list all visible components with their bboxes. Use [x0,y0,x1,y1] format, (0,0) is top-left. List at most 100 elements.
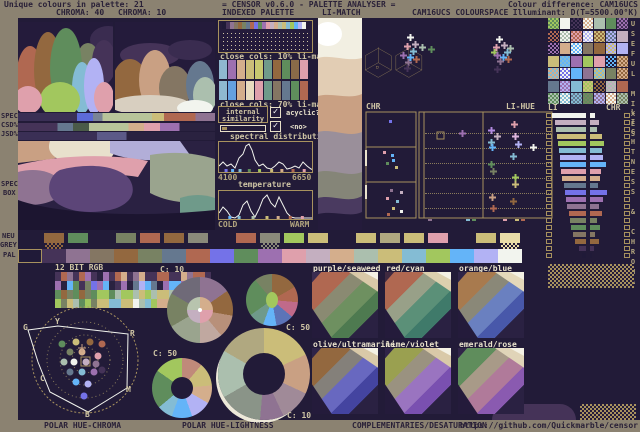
rgb12-tile[interactable] [115,272,127,290]
close-col-swatch[interactable] [246,81,254,100]
close-col-swatch[interactable] [282,81,290,100]
close-col-swatch[interactable] [300,81,308,100]
close-col-swatch[interactable] [291,81,299,100]
mix-tile[interactable] [571,30,582,42]
mix-tile[interactable] [594,68,605,80]
rgb12-tile[interactable] [55,272,67,290]
similarity-checkbox[interactable]: ✓ [270,107,281,118]
palette-swatch[interactable] [210,249,234,263]
mix-tile[interactable] [594,43,605,55]
indexed-swatch[interactable] [302,22,306,29]
acyclic-checkbox[interactable]: ✓ [270,121,281,132]
mix-tile[interactable] [594,80,605,92]
mix-tile[interactable] [559,18,571,29]
mix-tile[interactable] [571,43,582,55]
mix-tile[interactable] [594,93,605,105]
mix-tile[interactable] [617,43,628,55]
mix-tile[interactable] [548,18,559,29]
close-col-swatch[interactable] [246,60,254,79]
mix-tile[interactable] [605,18,617,29]
palette-swatch[interactable] [330,249,354,263]
mix-tile[interactable] [594,30,605,42]
close-col-swatch[interactable] [255,60,263,79]
mix-tile[interactable] [605,43,617,55]
mix-tile[interactable] [617,55,628,67]
rgb12-tile[interactable] [103,272,115,290]
close-col-swatch[interactable] [273,81,281,100]
close-col-swatch[interactable] [291,60,299,79]
palette-swatch[interactable] [18,249,42,263]
mix-tile[interactable] [548,80,559,92]
palette-swatch[interactable] [306,249,330,263]
mix-tile[interactable] [548,43,559,55]
palette-swatch[interactable] [90,249,114,263]
mix-tile[interactable] [582,55,594,67]
mix-tile[interactable] [548,68,559,80]
close-col-swatch[interactable] [219,81,227,100]
rgb12-tile[interactable] [79,272,91,290]
palette-swatch[interactable] [498,249,522,263]
palette-swatch[interactable] [354,249,378,263]
mix-tile[interactable] [548,30,559,42]
palette-swatch[interactable] [42,249,66,263]
rgb12-tile[interactable] [127,272,139,290]
mix-tile[interactable] [559,68,571,80]
rgb12-tile[interactable] [151,272,163,290]
palette-swatch[interactable] [138,249,162,263]
mix-tile[interactable] [571,68,582,80]
mix-tile[interactable] [582,80,594,92]
mix-tile[interactable] [617,30,628,42]
mix-tile[interactable] [617,68,628,80]
mix-tile[interactable] [571,18,582,29]
mix-tile[interactable] [582,68,594,80]
mix-tile[interactable] [582,93,594,105]
mix-tile[interactable] [571,80,582,92]
palette-swatch[interactable] [282,249,306,263]
palette-swatch[interactable] [474,249,498,263]
mix-tile[interactable] [617,18,628,29]
mix-tile[interactable] [559,55,571,67]
mix-tile[interactable] [559,43,571,55]
close-col-swatch[interactable] [237,81,245,100]
mix-tile[interactable] [594,18,605,29]
mix-tile[interactable] [594,55,605,67]
close-col-swatch[interactable] [300,60,308,79]
mix-tile[interactable] [571,93,582,105]
rgb12-tile[interactable] [163,272,175,290]
palette-swatch[interactable] [378,249,402,263]
mix-tile[interactable] [582,18,594,29]
mix-tile[interactable] [605,30,617,42]
rgb12-tile[interactable] [139,272,151,290]
close-col-swatch[interactable] [219,60,227,79]
mix-tile[interactable] [559,80,571,92]
mix-tile[interactable] [571,55,582,67]
palette-swatch[interactable] [450,249,474,263]
palette-swatch[interactable] [162,249,186,263]
close-col-swatch[interactable] [273,60,281,79]
close-col-swatch[interactable] [264,81,272,100]
mix-tile[interactable] [582,43,594,55]
close-col-swatch[interactable] [237,60,245,79]
palette-swatch[interactable] [234,249,258,263]
close-col-swatch[interactable] [264,60,272,79]
palette-swatch[interactable] [258,249,282,263]
close-col-swatch[interactable] [255,81,263,100]
mix-tile[interactable] [605,80,617,92]
palette-swatch[interactable] [186,249,210,263]
palette-swatch[interactable] [114,249,138,263]
github-url-link[interactable]: https://github.com/Quickmarble/censor [460,422,638,430]
mix-tile[interactable] [617,80,628,92]
palette-swatch[interactable] [426,249,450,263]
palette-swatch[interactable] [402,249,426,263]
mix-tile[interactable] [548,55,559,67]
rgb12-tile[interactable] [91,272,103,290]
mix-tile[interactable] [605,68,617,80]
close-col-swatch[interactable] [282,60,290,79]
mix-tile[interactable] [605,55,617,67]
close-col-swatch[interactable] [228,60,236,79]
mix-tile[interactable] [559,93,571,105]
close-col-swatch[interactable] [228,81,236,100]
rgb12-tile[interactable] [67,272,79,290]
palette-swatch[interactable] [66,249,90,263]
mix-tile[interactable] [559,30,571,42]
